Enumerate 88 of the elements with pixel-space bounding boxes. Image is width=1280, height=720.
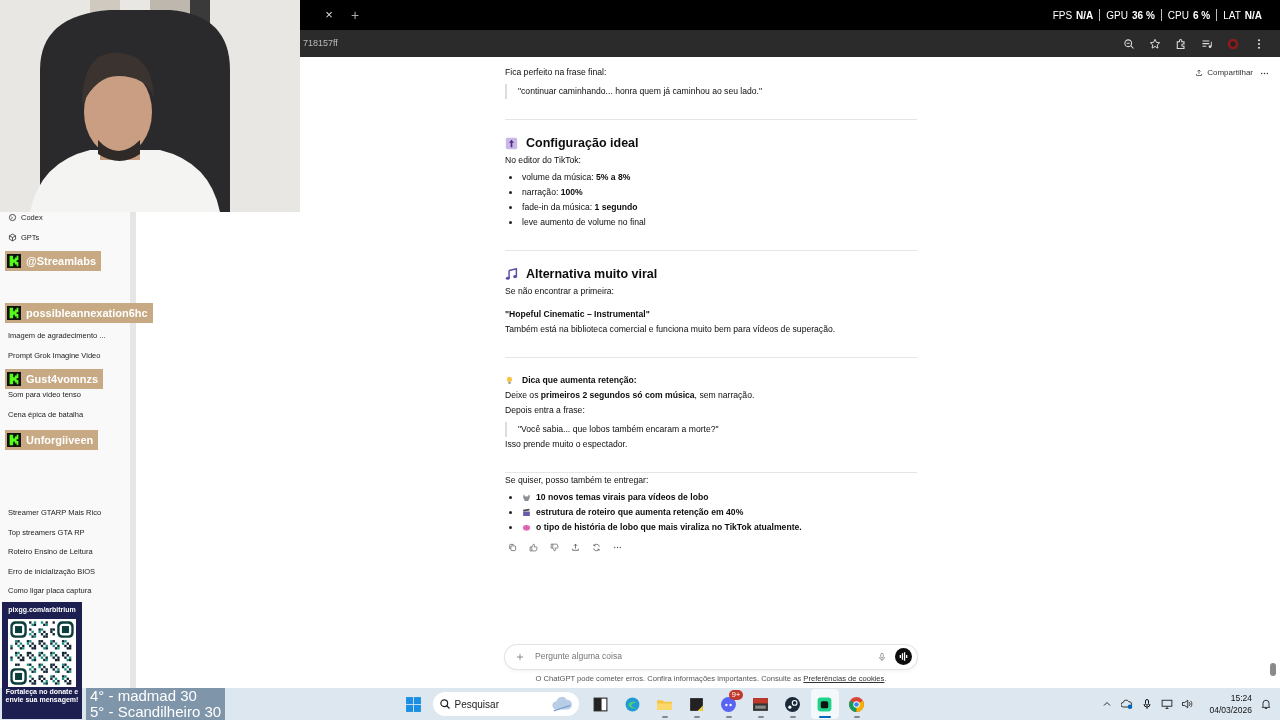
tip-title: Dica que aumenta retenção: bbox=[522, 374, 637, 387]
stat-value: 6 % bbox=[1192, 8, 1211, 23]
leaderboard-entry: 4° - madmad 30 bbox=[90, 688, 198, 704]
tray-microphone-icon[interactable] bbox=[1141, 698, 1154, 710]
voice-mode-icon[interactable] bbox=[895, 648, 912, 666]
clock-date[interactable]: 04/03/2026 bbox=[1209, 704, 1252, 716]
section-heading: Alternativa muito viral bbox=[526, 266, 658, 283]
audio-mixer-icon bbox=[752, 695, 769, 713]
paragraph-text: Deixe os primeiros 2 segundos só com música, sem narração. bbox=[505, 389, 756, 402]
kick-logo-icon bbox=[7, 306, 21, 320]
new-tab-button[interactable]: + bbox=[346, 4, 364, 26]
music-note-icon bbox=[505, 267, 518, 281]
share-button[interactable]: Compartilhar bbox=[1191, 65, 1257, 81]
paragraph-text: Depois entra a frase: bbox=[505, 404, 586, 417]
highlight-text: "Hopeful Cinematic – Instrumental" bbox=[505, 308, 651, 321]
paragraph-text: Também está na biblioteca comercial e funciona muito bem para vídeos de superação. bbox=[505, 323, 837, 336]
share-icon bbox=[1195, 69, 1204, 77]
stat-value: N/A bbox=[1076, 8, 1094, 23]
kick-logo-icon bbox=[7, 372, 21, 386]
notification-badge: 9+ bbox=[729, 690, 743, 700]
paragraph-text: No editor do TikTok: bbox=[505, 154, 582, 167]
taskbar-app-button[interactable] bbox=[810, 689, 839, 719]
leaderboard-entry: 5° - Scandilheiro 30 bbox=[90, 704, 222, 720]
speaker-icon[interactable] bbox=[1181, 698, 1194, 710]
kick-logo-icon bbox=[7, 433, 21, 447]
stat-label: CPU bbox=[1167, 8, 1189, 23]
stat-value: N/A bbox=[1244, 8, 1262, 23]
chat-username: possibleannexation6hc bbox=[26, 305, 148, 321]
light-bulb-icon bbox=[505, 376, 514, 385]
paragraph-text: Se quiser, posso também te entregar: bbox=[505, 474, 650, 487]
thumbs-down-icon bbox=[550, 543, 559, 552]
chat-username: Unforgiiveen bbox=[26, 432, 94, 448]
list-item-text: estrutura de roteiro que aumenta retenção em 40% bbox=[536, 506, 744, 519]
message-input[interactable]: Pergunte alguma coisa bbox=[533, 649, 869, 664]
stat-label: LAT bbox=[1223, 8, 1241, 23]
search-icon bbox=[438, 698, 451, 710]
clock-time[interactable]: 15:24 bbox=[1209, 692, 1252, 704]
scrollbar-thumb bbox=[1270, 663, 1276, 676]
copy-icon bbox=[508, 543, 517, 552]
cube-icon bbox=[8, 232, 17, 242]
list-item-text: o tipo de história de lobo que mais viraliza no TikTok atualmente. bbox=[536, 521, 802, 534]
profile-avatar-icon bbox=[1227, 37, 1239, 50]
notes-icon bbox=[688, 695, 705, 713]
zoom-icon bbox=[1123, 37, 1135, 50]
paragraph-text: Se não encontrar a primeira: bbox=[505, 285, 615, 298]
thumbs-down-button[interactable] bbox=[547, 540, 562, 555]
share-icon bbox=[571, 543, 580, 552]
app-icon bbox=[816, 695, 833, 713]
stat-label: GPU bbox=[1106, 8, 1128, 23]
quote-text: "continuar caminhando... honra quem já caminhou ao seu lado." bbox=[505, 84, 917, 99]
regenerate-icon bbox=[592, 543, 601, 552]
list-item-text: narração: 100% bbox=[522, 186, 583, 199]
steam-icon bbox=[784, 695, 801, 713]
chat-username: @Streamlabs bbox=[26, 253, 97, 269]
thumbs-up-button[interactable] bbox=[526, 540, 541, 555]
list-item-text: 10 novos temas virais para vídeos de lobo bbox=[536, 491, 709, 504]
wolf-icon bbox=[522, 493, 531, 502]
taskbar-app-button[interactable]: 9+ bbox=[714, 689, 743, 719]
brain-icon bbox=[522, 523, 531, 532]
list-item-text: volume da música: 5% a 8% bbox=[522, 171, 631, 184]
list-item-text: fade-in da música: 1 segundo bbox=[522, 201, 638, 214]
thumbs-up-icon bbox=[529, 543, 538, 552]
paragraph-text: Fica perfeito na frase final: bbox=[505, 66, 608, 79]
quote-text: "Você sabia... que lobos também encaram a morte?" bbox=[505, 422, 917, 437]
monitor-icon[interactable] bbox=[1161, 698, 1174, 710]
url-text[interactable]: 718157ff bbox=[303, 36, 338, 51]
chrome-icon bbox=[848, 695, 865, 713]
list-item-text: leve aumento de volume no final bbox=[522, 216, 646, 229]
paragraph-text: Isso prende muito o espectador. bbox=[505, 438, 629, 451]
edge-browser-icon bbox=[624, 695, 641, 713]
qr-code-icon bbox=[8, 618, 76, 687]
notification-icon[interactable] bbox=[1260, 698, 1272, 710]
extensions-icon bbox=[1175, 37, 1187, 50]
kick-logo-icon bbox=[7, 254, 21, 268]
tab-close-button[interactable]: × bbox=[320, 5, 338, 25]
bookmark-star-icon bbox=[1149, 37, 1161, 50]
chat-app-icon bbox=[720, 695, 737, 713]
stat-label: FPS bbox=[1052, 8, 1073, 23]
start-icon bbox=[404, 695, 422, 713]
codex-icon bbox=[8, 213, 17, 223]
media-controls-icon bbox=[1201, 37, 1213, 50]
task-view-icon bbox=[592, 695, 609, 713]
cloud-sync-icon[interactable] bbox=[1121, 698, 1134, 710]
clapper-board-icon bbox=[522, 508, 531, 517]
stat-value: 36 % bbox=[1132, 8, 1155, 23]
chat-username: Gust4vomnzs bbox=[26, 371, 99, 387]
taskbar-search[interactable]: Pesquisar bbox=[432, 692, 579, 716]
section-heading: Configuração ideal bbox=[526, 135, 639, 152]
